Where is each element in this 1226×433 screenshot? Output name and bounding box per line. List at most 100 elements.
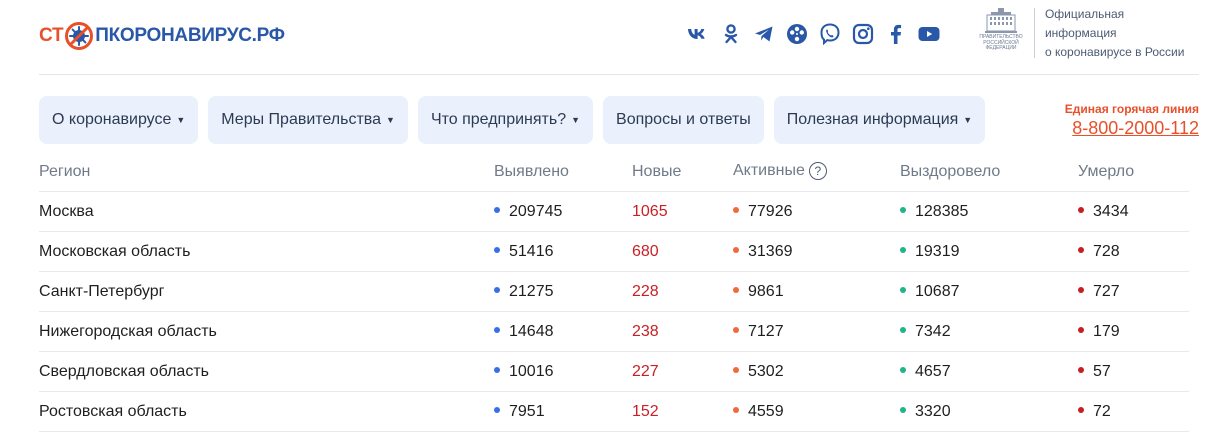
facebook-icon[interactable] xyxy=(884,22,908,46)
header-active: Активные? xyxy=(733,162,900,181)
hotline-label: Единая горячая линия xyxy=(1064,102,1199,116)
odnoklassniki-icon[interactable] xyxy=(719,22,743,46)
cell-detected: 21275 xyxy=(494,283,632,301)
nav-item-label: Что предпринять? xyxy=(430,111,567,128)
active-dot xyxy=(733,407,739,414)
cell-detected: 7951 xyxy=(494,403,632,421)
nav-item-label: О коронавирусе xyxy=(52,111,172,128)
youtube-icon[interactable] xyxy=(917,22,941,46)
recovered-dot xyxy=(900,327,906,334)
help-icon[interactable]: ? xyxy=(808,162,827,181)
detected-dot xyxy=(494,367,500,374)
cell-recovered: 19319 xyxy=(900,243,1078,261)
table-row: Ростовская область 7951 152 4559 3320 72 xyxy=(39,392,1189,432)
cell-new: 152 xyxy=(632,402,659,420)
cell-new: 1065 xyxy=(632,202,668,220)
cell-detected: 10016 xyxy=(494,363,632,381)
recovered-dot xyxy=(900,367,906,374)
table-row: Свердловская область 10016 227 5302 4657… xyxy=(39,352,1189,392)
header-died[interactable]: Умерло xyxy=(1078,163,1189,181)
government-caption-line2: о коронавирусе в России xyxy=(1044,44,1185,59)
cell-detected: 51416 xyxy=(494,243,632,261)
cell-recovered-value: 4657 xyxy=(915,362,951,380)
header-detected[interactable]: Выявлено xyxy=(494,163,632,181)
cell-recovered-value: 10687 xyxy=(915,282,960,300)
hotline-phone-link[interactable]: 8-800-2000-112 xyxy=(1065,117,1199,139)
cell-died-value: 728 xyxy=(1093,242,1120,260)
cell-active: 9861 xyxy=(733,283,900,301)
cell-recovered-value: 128385 xyxy=(915,202,969,220)
cell-died-value: 72 xyxy=(1093,402,1111,420)
header-new[interactable]: Новые xyxy=(632,163,733,181)
nav-questions-answers[interactable]: Вопросы и ответы xyxy=(603,96,764,144)
cell-recovered: 128385 xyxy=(900,203,1078,221)
cell-detected-value: 209745 xyxy=(509,202,563,220)
telegram-icon[interactable] xyxy=(752,22,776,46)
cell-region: Москва xyxy=(39,202,94,220)
detected-dot xyxy=(494,407,500,414)
cell-active-value: 5302 xyxy=(748,362,784,380)
vk-icon[interactable] xyxy=(686,22,710,46)
cell-active-value: 4559 xyxy=(748,402,784,420)
cell-died: 3434 xyxy=(1078,203,1189,221)
film-reel-icon[interactable] xyxy=(785,22,809,46)
died-dot xyxy=(1078,207,1084,214)
cell-detected-value: 10016 xyxy=(509,362,554,380)
site-logo[interactable]: СТ ПКОРОНАВИРУС.РФ xyxy=(39,21,285,51)
main-navigation: О коронавирусе ▼ Меры Правительства ▼ Что … xyxy=(39,96,986,144)
cell-recovered-value: 7342 xyxy=(915,322,951,340)
detected-dot xyxy=(494,207,500,214)
active-dot xyxy=(733,327,739,334)
government-info[interactable]: ПРАВИТЕЛЬСТВО РОССИЙСКОЙ ФЕДЕРАЦИИ Офици… xyxy=(975,7,1199,59)
cell-new: 238 xyxy=(632,322,659,340)
instagram-icon[interactable] xyxy=(851,22,875,46)
cell-active: 4559 xyxy=(733,403,900,421)
cell-active: 31369 xyxy=(733,243,900,261)
cell-recovered-value: 3320 xyxy=(915,402,951,420)
cell-died: 728 xyxy=(1078,243,1189,261)
cell-active-value: 7127 xyxy=(748,322,784,340)
chevron-down-icon: ▼ xyxy=(571,115,581,125)
government-building-icon xyxy=(984,8,1017,33)
cell-died-value: 179 xyxy=(1093,322,1120,340)
died-dot xyxy=(1078,367,1084,374)
nav-item-label: Вопросы и ответы xyxy=(616,111,751,128)
cell-active: 77926 xyxy=(733,203,900,221)
detected-dot xyxy=(494,247,500,254)
nav-what-to-do[interactable]: Что предпринять? ▼ xyxy=(417,96,594,144)
cell-died: 57 xyxy=(1078,363,1189,381)
active-dot xyxy=(733,247,739,254)
viber-icon[interactable] xyxy=(818,22,842,46)
detected-dot xyxy=(494,287,500,294)
died-dot xyxy=(1078,287,1084,294)
chevron-down-icon: ▼ xyxy=(963,115,973,125)
nav-useful-info[interactable]: Полезная информация ▼ xyxy=(773,96,986,144)
died-dot xyxy=(1078,247,1084,254)
divider xyxy=(1033,8,1035,58)
table-header: Регион Выявлено Новые Активные? Выздоров… xyxy=(39,152,1189,192)
header-active-label[interactable]: Активные xyxy=(733,163,805,180)
header-region[interactable]: Регион xyxy=(39,163,494,181)
active-dot xyxy=(733,207,739,214)
table-row: Москва 209745 1065 77926 128385 3434 xyxy=(39,192,1189,232)
cell-died-value: 57 xyxy=(1093,362,1111,380)
hotline: Единая горячая линия 8-800-2000-112 xyxy=(1065,102,1199,139)
nav-government-measures[interactable]: Меры Правительства ▼ xyxy=(208,96,408,144)
cell-recovered: 4657 xyxy=(900,363,1078,381)
nav-about-coronavirus[interactable]: О коронавирусе ▼ xyxy=(39,96,199,144)
recovered-dot xyxy=(900,287,906,294)
cell-detected: 14648 xyxy=(494,323,632,341)
regions-table: Регион Выявлено Новые Активные? Выздоров… xyxy=(39,152,1189,432)
cell-region: Санкт-Петербург xyxy=(39,282,165,300)
active-dot xyxy=(733,367,739,374)
header-recovered[interactable]: Выздоровело xyxy=(900,163,1078,181)
virus-stop-icon xyxy=(65,22,94,50)
detected-dot xyxy=(494,327,500,334)
cell-active: 5302 xyxy=(733,363,900,381)
cell-died-value: 3434 xyxy=(1093,202,1129,220)
nav-item-label: Полезная информация xyxy=(786,111,959,128)
chevron-down-icon: ▼ xyxy=(386,115,395,125)
nav-item-label: Меры Правительства xyxy=(221,111,382,128)
cell-detected-value: 14648 xyxy=(509,322,554,340)
government-emblem-text: ПРАВИТЕЛЬСТВО РОССИЙСКОЙ ФЕДЕРАЦИИ xyxy=(979,34,1023,51)
